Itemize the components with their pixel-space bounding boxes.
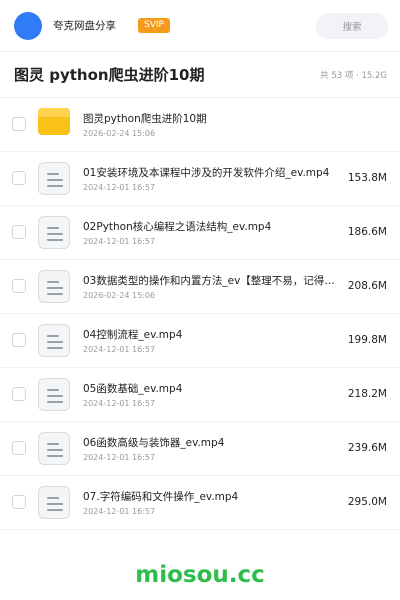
list-item[interactable]: 06函数高级与装饰器_ev.mp4 2024-12-01 16:57 239.6… [0,422,400,476]
file-name: 04控制流程_ev.mp4 [83,329,183,341]
list-item[interactable]: 05函数基础_ev.mp4 2024-12-01 16:57 218.2M [0,368,400,422]
file-name: 02Python核心编程之语法结构_ev.mp4 [83,221,272,233]
file-size: 239.6M [347,442,387,454]
file-size: 208.6M [347,280,387,292]
file-size: 186.6M [347,226,387,238]
file-name: 03数据类型的操作和内置方法_ev【整理不易，记得点个赞】.mp4 [83,275,341,287]
document-icon [38,270,70,303]
file-size: 295.0M [347,496,387,508]
document-icon [38,216,70,249]
file-name: 06函数高级与装饰器_ev.mp4 [83,437,225,449]
row-checkbox[interactable] [12,171,26,185]
list-item[interactable]: 图灵python爬虫进阶10期 2026-02-24 15:06 [0,98,400,152]
file-date: 2024-12-01 16:57 [83,183,156,192]
avatar[interactable] [14,11,42,40]
document-icon [38,432,70,465]
page-title: 图灵 python爬虫进阶10期 [14,66,205,84]
folder-icon [38,108,70,135]
file-date: 2024-12-01 16:57 [83,507,156,516]
file-date: 2024-12-01 16:57 [83,453,156,462]
file-date: 2024-12-01 16:57 [83,237,156,246]
file-name: 05函数基础_ev.mp4 [83,383,183,395]
document-icon [38,486,70,519]
row-checkbox[interactable] [12,441,26,455]
file-name: 07.字符编码和文件操作_ev.mp4 [83,491,239,503]
file-size: 218.2M [347,388,387,400]
file-date: 2026-02-24 15:06 [83,129,156,138]
top-bar: 夸克网盘分享 SVIP 搜索 [0,0,400,52]
file-name: 01安装环境及本课程中涉及的开发软件介绍_ev.mp4 [83,167,330,179]
file-name: 图灵python爬虫进阶10期 [83,113,207,125]
list-item[interactable]: 03数据类型的操作和内置方法_ev【整理不易，记得点个赞】.mp4 2026-0… [0,260,400,314]
list-item[interactable]: 02Python核心编程之语法结构_ev.mp4 2024-12-01 16:5… [0,206,400,260]
list-item[interactable]: 01安装环境及本课程中涉及的开发软件介绍_ev.mp4 2024-12-01 1… [0,152,400,206]
list-item[interactable]: 04控制流程_ev.mp4 2024-12-01 16:57 199.8M [0,314,400,368]
row-checkbox[interactable] [12,225,26,239]
file-list: 图灵python爬虫进阶10期 2026-02-24 15:06 01安装环境及… [0,98,400,530]
file-size: 199.8M [347,334,387,346]
search-button[interactable]: 搜索 [316,12,388,39]
svip-badge: SVIP [138,18,170,33]
item-summary: 共 53 项 · 15.2G [320,70,387,81]
watermark-text: miosou.cc [135,562,265,588]
list-item[interactable]: 07.字符编码和文件操作_ev.mp4 2024-12-01 16:57 295… [0,476,400,530]
row-checkbox[interactable] [12,495,26,509]
file-size: 153.8M [347,172,387,184]
file-date: 2024-12-01 16:57 [83,345,156,354]
folder-header: 图灵 python爬虫进阶10期 共 53 项 · 15.2G [0,52,400,98]
file-date: 2024-12-01 16:57 [83,399,156,408]
document-icon [38,324,70,357]
row-checkbox[interactable] [12,279,26,293]
sharer-name: 夸克网盘分享 [53,20,116,32]
document-icon [38,162,70,195]
row-checkbox[interactable] [12,117,26,131]
row-checkbox[interactable] [12,333,26,347]
row-checkbox[interactable] [12,387,26,401]
file-date: 2026-02-24 15:06 [83,291,156,300]
document-icon [38,378,70,411]
